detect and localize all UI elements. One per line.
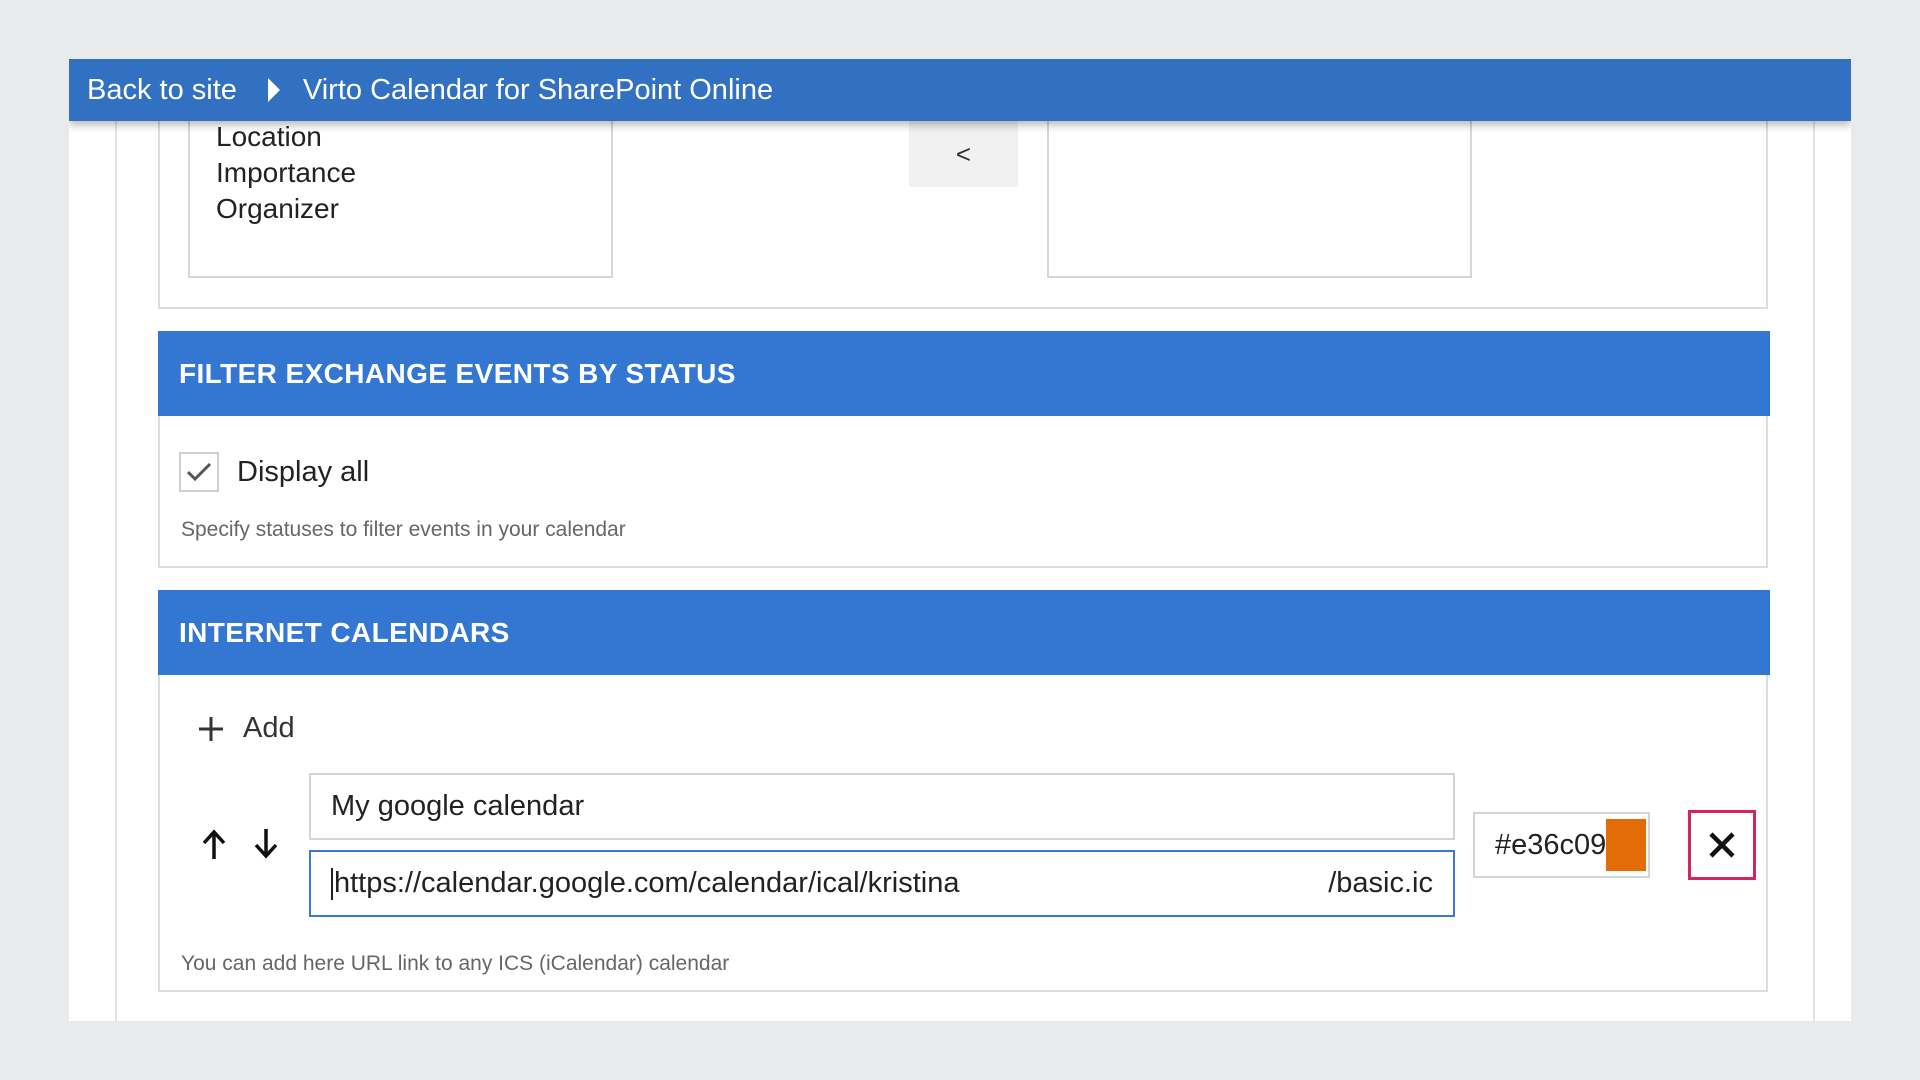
app-window: Back to site Virto Calendar for SharePoi… [69,59,1851,1021]
add-calendar-button[interactable]: Add [197,712,295,745]
color-value: #e36c09 [1495,828,1607,861]
move-up-button[interactable] [201,829,227,866]
calendar-url-end: /basic.ic [1328,867,1433,899]
list-item[interactable]: Importance [216,155,611,191]
plus-icon [199,716,223,741]
calendar-url-start: https://calendar.google.com/calendar/ica… [334,867,960,899]
checkmark-icon [186,462,212,482]
filter-section-header: FILTER EXCHANGE EVENTS BY STATUS [158,331,1770,416]
list-item[interactable]: Location [216,119,611,155]
color-swatch[interactable] [1606,819,1646,871]
calendar-name-input[interactable]: My google calendar [309,773,1455,840]
filter-help-text: Specify statuses to filter events in you… [181,518,626,541]
display-all-checkbox[interactable] [179,452,219,492]
page-title: Virto Calendar for SharePoint Online [302,73,774,106]
calendar-color-picker[interactable]: #e36c09 [1473,812,1650,878]
page-frame-right [1813,121,1815,1021]
selected-fields-list[interactable] [1047,121,1472,278]
remove-calendar-button[interactable] [1688,810,1756,880]
calendar-name-value: My google calendar [331,790,585,822]
available-fields-list[interactable]: Location Importance Organizer [188,121,613,278]
back-to-site-link[interactable]: Back to site [87,74,237,107]
top-bar: Back to site Virto Calendar for SharePoi… [69,59,1851,121]
page-frame-left [115,121,117,1021]
arrow-down-icon [254,829,278,859]
arrow-up-icon [202,829,226,859]
display-all-label[interactable]: Display all [237,456,369,489]
move-down-button[interactable] [253,827,279,864]
internet-calendars-help-text: You can add here URL link to any ICS (iC… [181,952,730,975]
caret-right-icon [267,77,281,103]
add-calendar-label: Add [243,712,295,744]
text-caret [331,867,333,900]
filter-section-title: FILTER EXCHANGE EVENTS BY STATUS [179,357,736,389]
filter-section-body [158,416,1768,568]
calendar-url-input[interactable]: https://calendar.google.com/calendar/ica… [309,850,1455,917]
internet-calendars-header: INTERNET CALENDARS [158,590,1770,675]
move-left-button[interactable]: < [909,121,1018,187]
close-icon [1709,832,1735,858]
list-item[interactable]: Organizer [216,191,611,227]
internet-calendars-title: INTERNET CALENDARS [179,616,510,648]
